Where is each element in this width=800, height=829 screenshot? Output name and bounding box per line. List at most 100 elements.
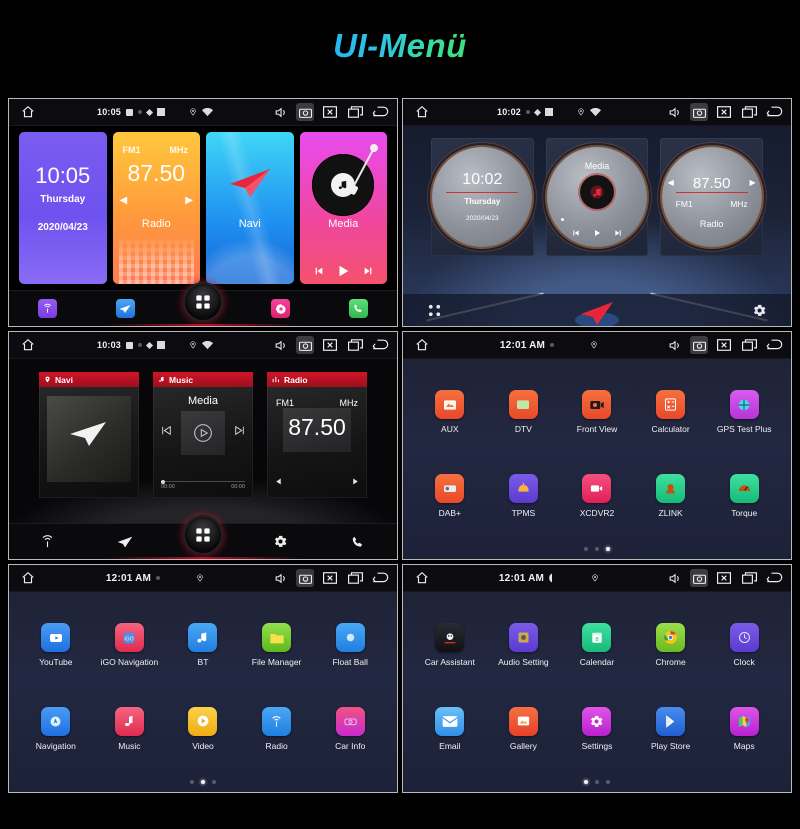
page-dot[interactable] <box>595 780 599 784</box>
gear-icon[interactable] <box>752 303 767 318</box>
back-icon[interactable] <box>371 103 389 121</box>
screen-app-drawer-2[interactable]: 12:01 AM YouTube iGO iGO Navigation BT F… <box>8 564 398 793</box>
app-item[interactable]: File Manager <box>240 603 314 687</box>
music-card[interactable]: Music Media 00:00 00:00 <box>153 372 253 498</box>
screen-red-card-home[interactable]: 10:03 Navi Music Media 00:00 00:00 Radio… <box>8 331 398 560</box>
app-item[interactable]: Navigation <box>19 687 93 771</box>
navi-card[interactable]: Navi <box>39 372 139 498</box>
page-dot[interactable] <box>606 780 610 784</box>
close-icon[interactable] <box>715 103 733 121</box>
close-icon[interactable] <box>715 569 733 587</box>
back-icon[interactable] <box>765 569 783 587</box>
page-dot[interactable] <box>595 547 599 551</box>
page-dot[interactable] <box>584 547 588 551</box>
dock-item-radio[interactable] <box>9 534 87 549</box>
app-item[interactable]: GPS Test Plus <box>707 370 781 454</box>
app-item[interactable]: Email <box>413 687 487 771</box>
media-dial-card[interactable]: Media <box>545 138 649 256</box>
app-item[interactable]: Gallery <box>487 687 561 771</box>
app-item[interactable]: TPMS <box>487 454 561 538</box>
screenshot-icon[interactable] <box>690 103 708 121</box>
screenshot-icon[interactable] <box>690 569 708 587</box>
close-icon[interactable] <box>321 336 339 354</box>
app-item[interactable]: Car Assistant <box>413 603 487 687</box>
dock-item-radio[interactable] <box>9 299 87 318</box>
music-next-icon[interactable] <box>233 424 246 437</box>
page-indicator[interactable] <box>403 780 791 784</box>
back-icon[interactable] <box>765 336 783 354</box>
media-next-icon[interactable] <box>614 229 622 237</box>
radio-next-icon[interactable]: ▶ <box>185 195 193 206</box>
close-icon[interactable] <box>321 569 339 587</box>
page-dot[interactable] <box>190 780 194 784</box>
app-item[interactable]: YouTube <box>19 603 93 687</box>
app-item[interactable]: Music <box>93 687 167 771</box>
app-item[interactable]: XCDVR2 <box>560 454 634 538</box>
app-item[interactable]: Clock <box>707 603 781 687</box>
screen-app-drawer-3[interactable]: 12:01 AM AUX DTV Front View Calculator G… <box>402 331 792 560</box>
navi-card[interactable]: Navi <box>206 132 294 284</box>
media-prev-icon[interactable] <box>314 266 324 276</box>
page-dot-active[interactable] <box>584 780 588 784</box>
page-indicator[interactable] <box>9 780 397 784</box>
volume-icon[interactable] <box>665 569 683 587</box>
apps-grid-icon[interactable] <box>427 303 442 318</box>
music-prev-icon[interactable] <box>160 424 173 437</box>
radio-card[interactable]: FM1 MHz 87.50 ◀ ▶ Radio <box>112 132 200 284</box>
app-item[interactable]: ZLINK <box>634 454 708 538</box>
app-item[interactable]: Chrome <box>634 603 708 687</box>
screen-circular-home[interactable]: 10:02 10:02 Thursday 2020/04/23 Media ◀ … <box>402 98 792 327</box>
app-item[interactable]: AUX <box>413 370 487 454</box>
home-icon[interactable] <box>411 105 433 119</box>
volume-icon[interactable] <box>271 336 289 354</box>
dock-item-phone[interactable] <box>319 535 397 549</box>
volume-icon[interactable] <box>665 336 683 354</box>
screenshot-icon[interactable] <box>296 103 314 121</box>
radio-dial-card[interactable]: ◀ ▶ 87.50 FM1 MHz Radio <box>660 138 764 256</box>
page-indicator[interactable] <box>403 547 791 551</box>
app-item[interactable]: Maps <box>707 687 781 771</box>
app-item[interactable]: iGO iGO Navigation <box>93 603 167 687</box>
home-icon[interactable] <box>17 338 39 352</box>
app-item[interactable]: Calculator <box>634 370 708 454</box>
back-icon[interactable] <box>371 569 389 587</box>
app-item[interactable]: Audio Setting <box>487 603 561 687</box>
app-item[interactable]: Video <box>166 687 240 771</box>
radio-prev-icon[interactable]: ◀ <box>120 195 128 206</box>
app-item[interactable]: Torque <box>707 454 781 538</box>
screen-app-drawer-1[interactable]: 12:01 AM Car Assistant Audio Setting 8 Ca… <box>402 564 792 793</box>
recents-icon[interactable] <box>346 336 364 354</box>
app-item[interactable]: Play Store <box>634 687 708 771</box>
recents-icon[interactable] <box>346 103 364 121</box>
page-dot[interactable] <box>212 780 216 784</box>
home-icon[interactable] <box>411 338 433 352</box>
app-item[interactable]: DAB+ <box>413 454 487 538</box>
recents-icon[interactable] <box>740 103 758 121</box>
app-item[interactable]: Car Info <box>313 687 387 771</box>
screenshot-icon[interactable] <box>296 336 314 354</box>
app-item[interactable]: Front View <box>560 370 634 454</box>
back-icon[interactable] <box>765 103 783 121</box>
radio-next-icon[interactable] <box>351 477 360 486</box>
volume-icon[interactable] <box>271 103 289 121</box>
close-icon[interactable] <box>715 336 733 354</box>
media-play-icon[interactable] <box>593 229 601 237</box>
media-next-icon[interactable] <box>363 266 373 276</box>
home-icon[interactable] <box>17 105 39 119</box>
dock-item-phone[interactable] <box>319 299 397 318</box>
media-card[interactable]: Media <box>299 132 387 284</box>
page-dot-active[interactable] <box>201 780 205 784</box>
recents-icon[interactable] <box>346 569 364 587</box>
dock-item-navi[interactable] <box>87 536 165 548</box>
recents-icon[interactable] <box>740 336 758 354</box>
app-item[interactable]: Radio <box>240 687 314 771</box>
radio-prev-icon[interactable] <box>274 477 283 486</box>
apps-grid-button[interactable] <box>183 282 223 322</box>
home-icon[interactable] <box>411 571 433 585</box>
app-item[interactable]: BT <box>166 603 240 687</box>
screenshot-icon[interactable] <box>296 569 314 587</box>
home-icon[interactable] <box>17 571 39 585</box>
clock-dial-card[interactable]: 10:02 Thursday 2020/04/23 <box>431 138 534 256</box>
screenshot-icon[interactable] <box>690 336 708 354</box>
apps-grid-button[interactable] <box>183 515 223 555</box>
